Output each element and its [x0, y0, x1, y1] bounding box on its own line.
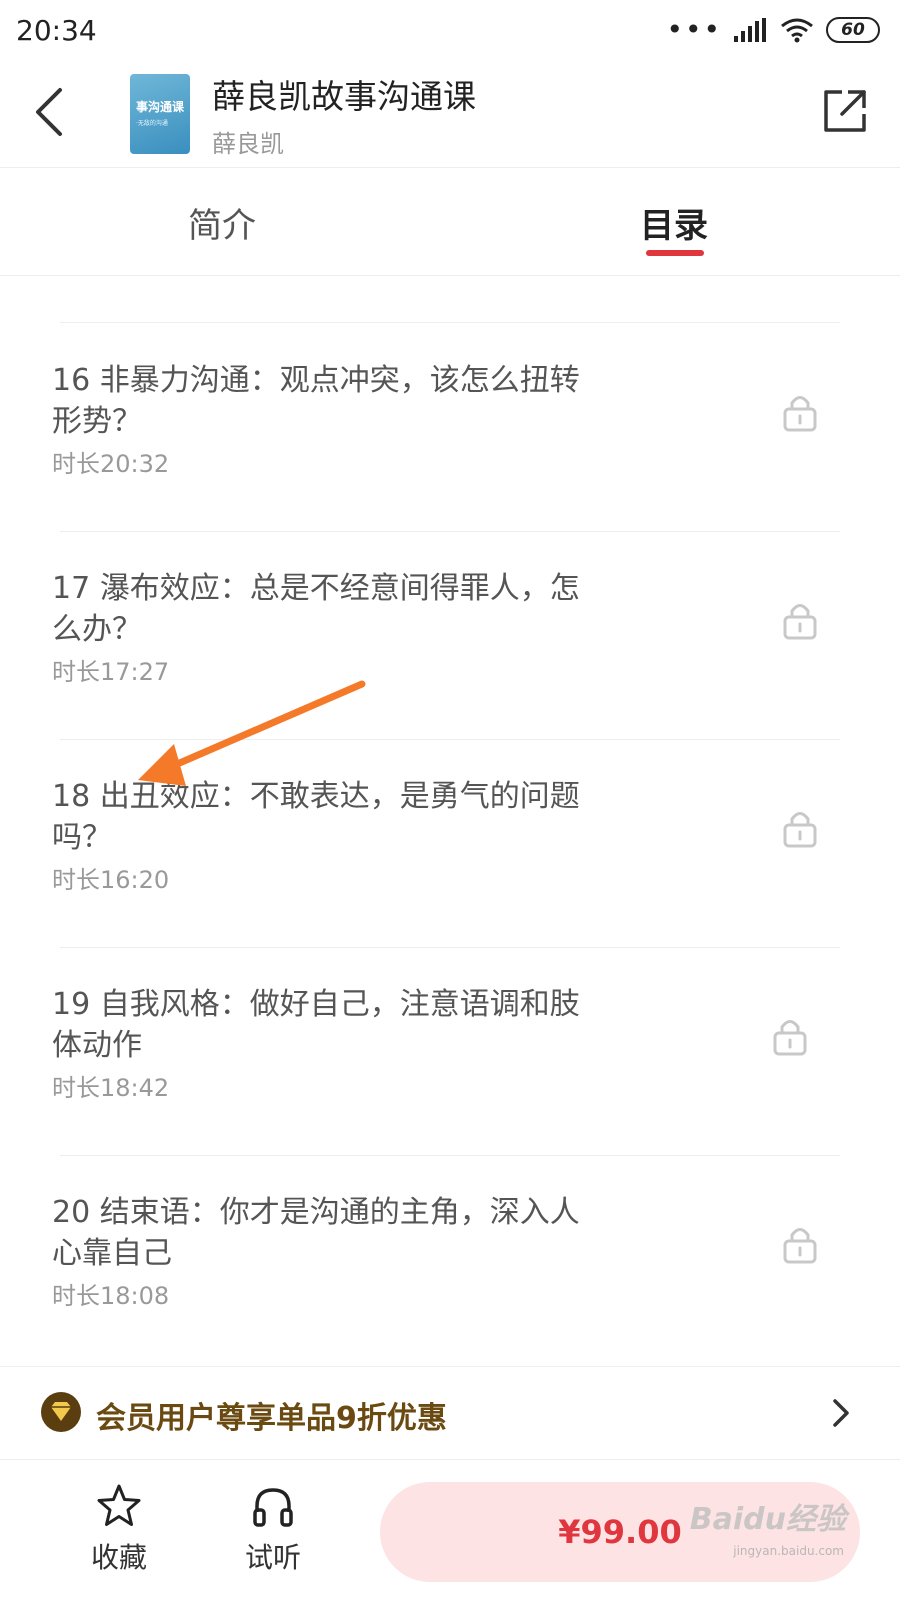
headphones-icon: [253, 1488, 293, 1527]
listen-label: 试听: [244, 1541, 301, 1574]
dots-icon: •••: [666, 13, 722, 46]
lock-icon: [783, 604, 817, 640]
member-discount-banner[interactable]: 会员用户尊享单品9折优惠: [0, 1366, 900, 1460]
share-button[interactable]: [820, 86, 870, 136]
status-time: 20:34: [16, 14, 97, 47]
list-item[interactable]: 18 出丑效应：不敢表达，是勇气的问题吗？ 时长16:20: [0, 740, 900, 948]
lock-icon: [773, 1020, 807, 1056]
course-title: 薛良凯故事沟通课: [212, 77, 476, 116]
episode-title: 19 自我风格：做好自己，注意语调和肢体动作: [52, 987, 580, 1063]
episode-title: 17 瀑布效应：总是不经意间得罪人，怎么办？: [52, 571, 580, 647]
lock-icon: [783, 396, 817, 432]
favorite-button[interactable]: 收藏: [74, 1482, 164, 1592]
tab-intro[interactable]: 简介: [188, 168, 256, 276]
back-button[interactable]: [30, 82, 74, 142]
course-author: 薛良凯: [212, 130, 284, 158]
episode-duration: 时长18:42: [52, 1074, 170, 1102]
list-item[interactable]: 16 非暴力沟通：观点冲突，该怎么扭转形势？ 时长20:32: [0, 324, 900, 532]
back-arrow-icon: [36, 88, 62, 136]
status-icons: ••• 60: [666, 16, 880, 44]
list-item[interactable]: 19 自我风格：做好自己，注意语调和肢体动作 时长18:42: [0, 948, 900, 1156]
lock-icon: [783, 1228, 817, 1264]
star-icon: [97, 1484, 141, 1526]
vip-diamond-icon: [41, 1392, 81, 1432]
episode-duration: 时长18:08: [52, 1282, 170, 1310]
signal-icon: [734, 18, 766, 42]
tab-catalog[interactable]: 目录: [640, 168, 708, 276]
list-item[interactable]: 20 结束语：你才是沟通的主角，深入人心靠自己 时长18:08: [0, 1156, 900, 1364]
share-icon: [824, 90, 866, 132]
battery-icon: 60: [826, 17, 880, 43]
wifi-icon: [781, 18, 813, 43]
course-cover-image: 事沟通课 ·无敌的沟通: [130, 74, 190, 154]
episode-duration: 时长17:27: [52, 658, 170, 686]
list-item[interactable]: 17 瀑布效应：总是不经意间得罪人，怎么办？ 时长17:27: [0, 532, 900, 740]
active-tab-indicator: [646, 250, 704, 256]
status-bar: 20:34 ••• 60: [0, 0, 900, 60]
episode-list[interactable]: 16 非暴力沟通：观点冲突，该怎么扭转形势？ 时长20:32 17 瀑布效应：总…: [0, 276, 900, 1366]
divider: [60, 322, 840, 323]
watermark-url: jingyan.baidu.com: [733, 1544, 844, 1558]
price-label: ¥99.00: [558, 1513, 682, 1551]
episode-duration: 时长20:32: [52, 450, 170, 478]
cover-subtitle: ·无敌的沟通: [136, 120, 168, 127]
tab-bar: 简介 目录: [0, 168, 900, 276]
watermark-logo: Baidu经验: [689, 1502, 846, 1537]
episode-title: 16 非暴力沟通：观点冲突，该怎么扭转形势？: [52, 363, 580, 439]
header: 事沟通课 ·无敌的沟通 薛良凯故事沟通课 薛良凯: [0, 60, 900, 168]
episode-title: 20 结束语：你才是沟通的主角，深入人心靠自己: [52, 1195, 580, 1271]
episode-title: 18 出丑效应：不敢表达，是勇气的问题吗？: [52, 779, 580, 855]
favorite-label: 收藏: [90, 1541, 147, 1574]
chevron-right-icon: [833, 1399, 849, 1427]
cover-title: 事沟通课: [135, 100, 184, 114]
preview-listen-button[interactable]: 试听: [228, 1482, 318, 1592]
bottom-action-bar: 收藏 试听 ¥99.00 Baidu经验 jingyan.baidu.com: [0, 1460, 900, 1600]
lock-icon: [783, 812, 817, 848]
member-discount-text: 会员用户尊享单品9折优惠: [96, 1401, 447, 1436]
episode-duration: 时长16:20: [52, 866, 170, 894]
